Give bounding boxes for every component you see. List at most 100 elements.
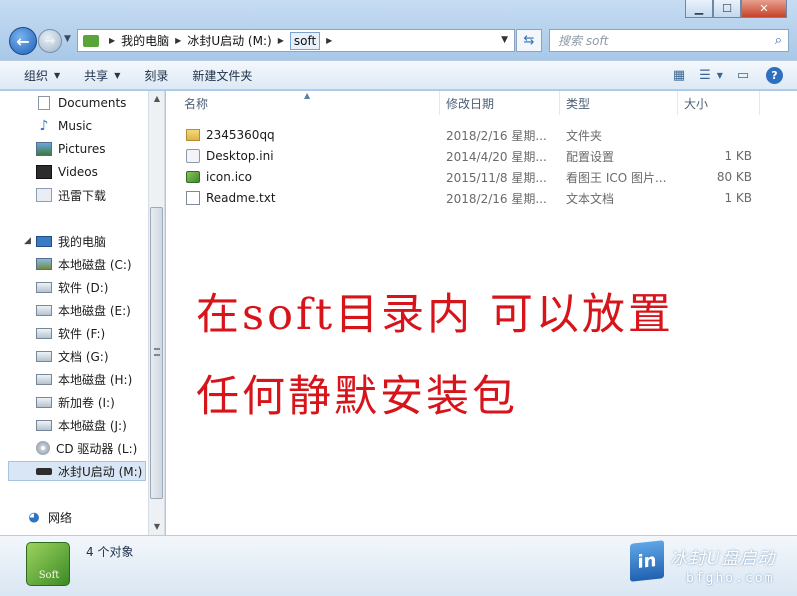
nav-label: Videos — [58, 165, 98, 179]
file-size: 1 KB — [724, 149, 752, 163]
minimize-button[interactable]: ▁ — [685, 0, 713, 18]
table-row[interactable]: 2345360qq 2018/2/16 星期... 文件夹 — [180, 125, 780, 145]
network-icon: ◕ — [28, 509, 40, 525]
burn-button[interactable]: 刻录 — [136, 67, 176, 84]
nav-item-thunder-downloads[interactable]: 迅雷下载 — [36, 185, 106, 205]
chevron-right-icon[interactable]: ▶ — [326, 36, 332, 45]
nav-item-drive-j[interactable]: 本地磁盘 (J:) — [36, 415, 127, 435]
column-header-date[interactable]: 修改日期 — [440, 91, 560, 115]
usb-drive-icon — [36, 467, 52, 475]
scrollbar-thumb[interactable] — [150, 207, 163, 499]
column-header-type[interactable]: 类型 — [560, 91, 678, 115]
file-type: 配置设置 — [566, 149, 615, 164]
nav-item-videos[interactable]: Videos — [36, 162, 98, 182]
file-name: 2345360qq — [206, 128, 275, 142]
chevron-right-icon[interactable]: ▶ — [175, 36, 181, 45]
tree-expand-icon[interactable]: ◢ — [24, 236, 36, 246]
nav-item-cd-drive[interactable]: CD 驱动器 (L:) — [36, 438, 137, 458]
chevron-right-icon[interactable]: ▶ — [278, 36, 284, 45]
arrow-right-icon: → — [44, 33, 56, 49]
chevron-down-icon: ▼ — [54, 70, 61, 80]
view-options-icon[interactable]: ▦ — [670, 68, 688, 84]
nav-item-computer[interactable]: ◢ 我的电脑 — [10, 231, 106, 251]
pictures-icon — [36, 142, 52, 156]
breadcrumb-computer[interactable]: 我的电脑 — [121, 32, 169, 49]
table-row[interactable]: Readme.txt 2018/2/16 星期... 文本文档 1 KB — [180, 188, 780, 208]
nav-item-drive-c[interactable]: 本地磁盘 (C:) — [36, 254, 132, 274]
nav-scrollbar[interactable]: ▲ ▼ — [148, 91, 164, 535]
drive-icon — [36, 304, 52, 316]
nav-label: 本地磁盘 (C:) — [58, 257, 132, 272]
drive-icon — [36, 327, 52, 339]
organize-label: 组织 — [24, 68, 49, 83]
scroll-up-icon[interactable]: ▲ — [149, 91, 165, 107]
annotation-line-2: 任何静默安装包 — [196, 372, 518, 422]
cd-drive-icon — [36, 441, 50, 455]
nav-item-drive-h[interactable]: 本地磁盘 (H:) — [36, 369, 132, 389]
drive-icon — [36, 373, 52, 385]
file-date: 2015/11/8 星期... — [446, 170, 547, 185]
chevron-down-icon: ▼ — [716, 71, 723, 80]
folder-icon — [83, 34, 99, 47]
recent-pages-dropdown[interactable]: ▼ — [64, 34, 71, 44]
table-row[interactable]: icon.ico 2015/11/8 星期... 看图王 ICO 图片... 8… — [180, 167, 780, 187]
file-name: Desktop.ini — [206, 149, 274, 163]
music-icon: ♪ — [39, 118, 49, 134]
search-icon[interactable]: ⌕ — [775, 33, 782, 48]
search-input[interactable]: 搜索 soft ⌕ — [549, 29, 789, 52]
nav-label: 软件 (F:) — [58, 326, 106, 341]
nav-item-drive-e[interactable]: 本地磁盘 (E:) — [36, 300, 131, 320]
file-type: 文本文档 — [566, 191, 615, 206]
search-placeholder: 搜索 soft — [558, 34, 609, 48]
window-controls: ▁ ☐ ✕ — [685, 0, 787, 18]
drive-icon — [36, 281, 52, 293]
grip-icon — [154, 348, 160, 356]
file-name: icon.ico — [206, 170, 252, 184]
chevron-down-icon: ▼ — [114, 70, 121, 80]
nav-item-usb-drive[interactable]: 冰封U启动 (M:) — [8, 461, 146, 481]
sort-ascending-icon: ▲ — [304, 91, 311, 100]
nav-item-drive-g[interactable]: 文档 (G:) — [36, 346, 109, 366]
window-chrome: ▁ ☐ ✕ ← → ▼ ▶ 我的电脑 ▶ 冰封U启动 (M:) ▶ soft ▶… — [0, 0, 797, 60]
nav-label: Documents — [58, 96, 127, 110]
preview-pane-button[interactable]: ▭ — [734, 68, 752, 84]
toolbar-right-group: ▦ ☰ ▼ ▭ ? — [670, 67, 783, 84]
breadcrumb-soft[interactable]: soft — [289, 31, 321, 50]
preview-pane-icon: ▭ — [736, 68, 750, 83]
nav-item-documents[interactable]: Documents — [36, 93, 126, 113]
nav-item-drive-f[interactable]: 软件 (F:) — [36, 323, 105, 343]
item-count: 4 个对象 — [86, 545, 134, 559]
file-size: 1 KB — [724, 191, 752, 205]
scroll-down-icon[interactable]: ▼ — [149, 519, 165, 535]
column-header-size[interactable]: 大小 — [678, 91, 760, 115]
breadcrumb-drive[interactable]: 冰封U启动 (M:) — [187, 32, 271, 49]
address-dropdown-icon[interactable]: ▼ — [501, 35, 508, 45]
address-bar[interactable]: ▶ 我的电脑 ▶ 冰封U启动 (M:) ▶ soft ▶ ▼ — [77, 29, 515, 52]
nav-label: 本地磁盘 (J:) — [58, 418, 127, 433]
file-date: 2018/2/16 星期... — [446, 191, 547, 206]
organize-button[interactable]: 组织 ▼ — [16, 67, 68, 84]
help-icon[interactable]: ? — [766, 67, 783, 84]
forward-button[interactable]: → — [38, 29, 62, 53]
list-view-icon: ☰ — [699, 68, 711, 83]
nav-item-music[interactable]: ♪ Music — [36, 116, 93, 136]
drive-icon — [36, 396, 52, 408]
close-button[interactable]: ✕ — [741, 0, 787, 18]
file-type: 看图王 ICO 图片... — [566, 170, 667, 185]
nav-item-drive-i[interactable]: 新加卷 (I:) — [36, 392, 115, 412]
new-folder-button[interactable]: 新建文件夹 — [184, 67, 260, 84]
nav-item-pictures[interactable]: Pictures — [36, 139, 106, 159]
nav-item-network[interactable]: ◕ 网络 — [26, 507, 72, 527]
back-button[interactable]: ← — [9, 27, 37, 55]
nav-label: 网络 — [48, 510, 73, 525]
chevron-right-icon[interactable]: ▶ — [109, 36, 115, 45]
nav-item-drive-d[interactable]: 软件 (D:) — [36, 277, 108, 297]
share-button[interactable]: 共享 ▼ — [76, 67, 128, 84]
table-row[interactable]: Desktop.ini 2014/4/20 星期... 配置设置 1 KB — [180, 146, 780, 166]
settings-file-icon — [186, 149, 200, 163]
change-view-button[interactable]: ☰ ▼ — [699, 68, 723, 84]
refresh-button[interactable]: ⇆ — [516, 29, 542, 52]
file-size: 80 KB — [716, 170, 752, 184]
maximize-button[interactable]: ☐ — [713, 0, 741, 18]
nav-label: Pictures — [58, 142, 106, 156]
